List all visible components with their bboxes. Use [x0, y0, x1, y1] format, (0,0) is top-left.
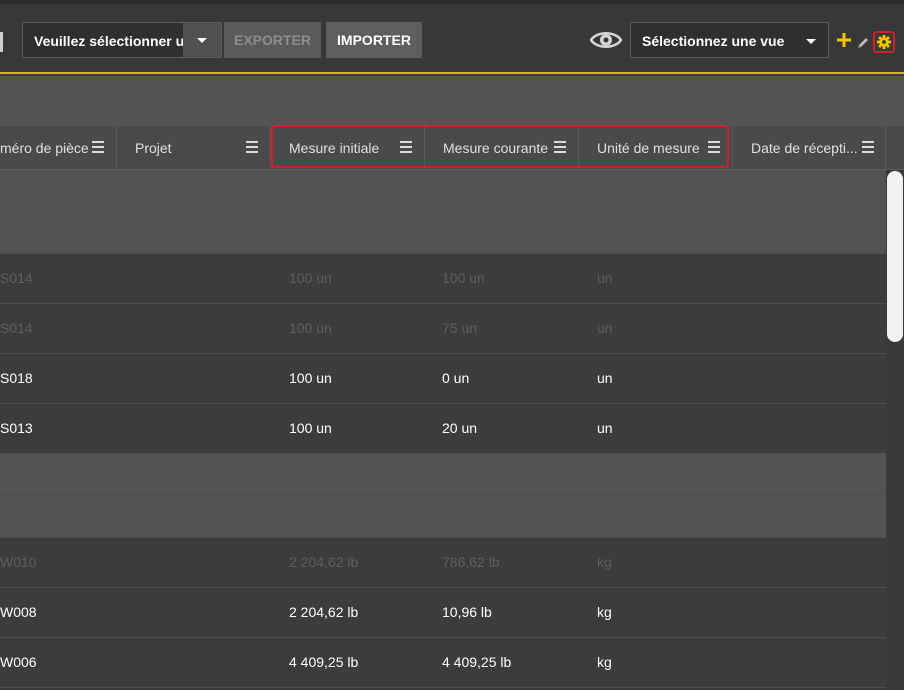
column-menu-icon[interactable] — [554, 141, 566, 153]
cell-current-measure: 10,96 lb — [442, 604, 492, 620]
settings-button[interactable] — [873, 31, 895, 53]
left-edge-marker — [0, 32, 3, 52]
column-header-reception-date[interactable]: Date de récepti... — [733, 126, 886, 169]
cell-unit: un — [597, 320, 613, 336]
cell-part-number: W006 — [0, 654, 37, 670]
group-by-bar — [0, 76, 904, 126]
cell-unit: un — [597, 370, 613, 386]
gear-icon — [877, 35, 891, 49]
cell-part-number: S014 — [0, 320, 33, 336]
cell-current-measure: 786,62 lb — [442, 554, 500, 570]
view-select-value: Sélectionnez une vue — [642, 33, 785, 49]
table-header: méro de pièce Projet Mesure initiale Mes… — [0, 126, 904, 170]
record-select-toggle[interactable] — [183, 23, 221, 57]
group-row — [0, 170, 886, 212]
table-row[interactable]: W006 4 409,25 lb 4 409,25 lb kg — [0, 638, 886, 688]
cell-initial-measure: 100 un — [289, 420, 332, 436]
pencil-icon[interactable] — [856, 36, 870, 50]
column-header-label: Projet — [135, 139, 172, 156]
table-row[interactable]: S014 100 un 75 un un — [0, 304, 886, 354]
group-row — [0, 212, 886, 254]
cell-initial-measure: 2 204,62 lb — [289, 554, 359, 570]
column-header-label: Mesure courante — [443, 139, 549, 156]
chevron-down-icon — [806, 39, 816, 44]
scrollbar-thumb[interactable] — [887, 171, 903, 342]
column-header-label: Mesure initiale — [289, 139, 380, 156]
cell-unit: un — [597, 270, 613, 286]
cell-current-measure: 4 409,25 lb — [442, 654, 512, 670]
column-header-current-measure[interactable]: Mesure courante — [425, 126, 579, 169]
eye-icon[interactable] — [589, 28, 623, 52]
record-select-value: Veuillez sélectionner un — [34, 33, 184, 49]
cell-initial-measure: 100 un — [289, 270, 332, 286]
group-row — [0, 496, 886, 538]
column-header-part-number[interactable]: méro de pièce — [0, 126, 117, 169]
column-header-initial-measure[interactable]: Mesure initiale — [271, 126, 425, 169]
plus-icon[interactable] — [836, 32, 852, 48]
cell-part-number: S018 — [0, 370, 33, 386]
cell-initial-measure: 100 un — [289, 320, 332, 336]
cell-part-number: W008 — [0, 604, 37, 620]
view-select[interactable]: Sélectionnez une vue — [630, 22, 829, 58]
column-menu-icon[interactable] — [246, 141, 258, 153]
table-row[interactable]: S014 100 un 100 un un — [0, 254, 886, 304]
import-button[interactable]: IMPORTER — [326, 22, 422, 58]
cell-current-measure: 100 un — [442, 270, 485, 286]
table-row[interactable]: W008 2 204,62 lb 10,96 lb kg — [0, 588, 886, 638]
column-header-unit[interactable]: Unité de mesure — [579, 126, 733, 169]
export-button[interactable]: EXPORTER — [224, 22, 321, 58]
cell-current-measure: 0 un — [442, 370, 470, 386]
cell-part-number: S014 — [0, 270, 33, 286]
table-row[interactable]: S018 100 un 0 un un — [0, 354, 886, 404]
cell-initial-measure: 4 409,25 lb — [289, 654, 359, 670]
column-header-label: méro de pièce — [0, 139, 89, 156]
cell-current-measure: 20 un — [442, 420, 478, 436]
cell-initial-measure: 100 un — [289, 370, 332, 386]
cell-unit: kg — [597, 554, 612, 570]
cell-current-measure: 75 un — [442, 320, 478, 336]
chevron-down-icon — [197, 38, 207, 43]
cell-part-number: W010 — [0, 554, 37, 570]
cell-unit: un — [597, 420, 613, 436]
cell-unit: kg — [597, 604, 612, 620]
group-row — [0, 454, 886, 496]
column-menu-icon[interactable] — [708, 141, 720, 153]
table-row[interactable]: S013 100 un 20 un un — [0, 404, 886, 454]
toolbar: Veuillez sélectionner un EXPORTER IMPORT… — [0, 0, 904, 74]
column-menu-icon[interactable] — [400, 141, 412, 153]
cell-unit: kg — [597, 654, 612, 670]
column-header-project[interactable]: Projet — [117, 126, 271, 169]
column-header-label: Date de récepti... — [751, 139, 858, 156]
record-select[interactable]: Veuillez sélectionner un — [22, 22, 222, 58]
table-row[interactable]: W010 2 204,62 lb 786,62 lb kg — [0, 538, 886, 588]
cell-part-number: S013 — [0, 420, 33, 436]
column-menu-icon[interactable] — [862, 141, 874, 153]
column-header-label: Unité de mesure — [597, 139, 700, 156]
cell-initial-measure: 2 204,62 lb — [289, 604, 359, 620]
column-menu-icon[interactable] — [92, 141, 104, 153]
